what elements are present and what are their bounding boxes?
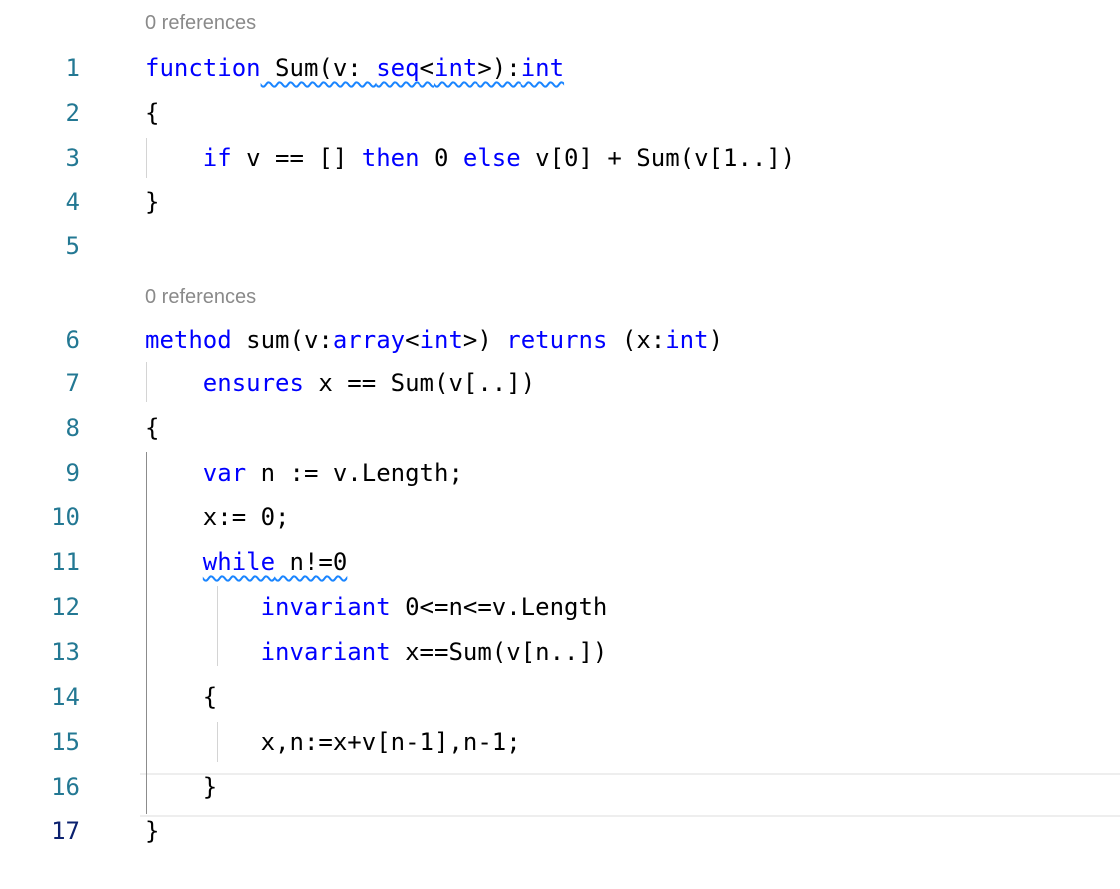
line-number: 15 (51, 728, 80, 756)
code-line-9[interactable]: var n := v.Length; (145, 453, 463, 493)
keyword: while (202, 548, 276, 576)
line-number: 4 (65, 188, 80, 216)
code-line-10[interactable]: x:= 0; (145, 497, 290, 537)
line-number: 8 (65, 414, 80, 442)
code-text: < (419, 54, 434, 82)
code-text: >): (477, 54, 521, 82)
keyword: invariant (260, 593, 391, 621)
code-text: v == [] (231, 144, 362, 172)
keyword: returns (506, 326, 608, 354)
code-line-13[interactable]: invariant x==Sum(v[n..]) (145, 632, 608, 672)
codelens-references[interactable]: 0 references (145, 282, 256, 312)
line-number: 2 (65, 99, 80, 127)
code-text: 0<=n<=v.Length (390, 593, 608, 621)
code-text: n := v.Length; (246, 459, 463, 487)
code-line-11[interactable]: while n!=0 (145, 542, 348, 582)
line-number: 12 (51, 593, 80, 621)
code-text: >) (462, 326, 507, 354)
code-text: x==Sum(v[n..]) (390, 638, 608, 666)
code-line-16[interactable]: } (145, 767, 217, 807)
keyword: if (202, 144, 232, 172)
keyword: array (332, 326, 406, 354)
line-number: 11 (51, 548, 80, 576)
line-number: 14 (51, 683, 80, 711)
keyword: int (665, 326, 709, 354)
keyword: int (419, 326, 463, 354)
keyword: else (462, 144, 521, 172)
line-number: 13 (51, 638, 80, 666)
line-number: 5 (65, 232, 80, 260)
line-number-current: 17 (51, 817, 80, 845)
keyword: method (145, 326, 232, 354)
code-line-1[interactable]: function Sum(v: seq<int>):int (145, 48, 564, 88)
code-text: sum(v: (231, 326, 333, 354)
current-line-highlight (140, 773, 1120, 817)
code-line-3[interactable]: if v == [] then 0 else v[0] + Sum(v[1..]… (145, 138, 795, 178)
warning-squiggle[interactable]: while n!=0 (203, 548, 348, 576)
code-text: Sum(v: (260, 54, 377, 82)
line-number: 3 (65, 144, 80, 172)
keyword: then (361, 144, 420, 172)
code-editor[interactable]: 0 references 0 references 1 2 3 4 5 6 7 … (0, 0, 1120, 889)
code-line-15[interactable]: x,n:=x+v[n-1],n-1; (145, 722, 521, 762)
code-text: < (405, 326, 420, 354)
warning-squiggle[interactable]: Sum(v: seq<int>):int (261, 54, 564, 82)
code-text: (x: (607, 326, 666, 354)
codelens-references[interactable]: 0 references (145, 8, 256, 38)
line-number: 6 (65, 326, 80, 354)
keyword: function (145, 54, 261, 82)
keyword: ensures (202, 369, 304, 397)
keyword: invariant (260, 638, 391, 666)
code-line-7[interactable]: ensures x == Sum(v[..]) (145, 363, 535, 403)
code-text: n!=0 (275, 548, 348, 576)
keyword: var (202, 459, 247, 487)
keyword: int (434, 54, 478, 82)
code-text: v[0] + Sum(v[1..]) (520, 144, 796, 172)
code-text: x == Sum(v[..]) (303, 369, 536, 397)
line-number: 16 (51, 773, 80, 801)
line-number: 7 (65, 369, 80, 397)
line-number: 9 (65, 459, 80, 487)
line-number: 1 (65, 54, 80, 82)
code-line-17[interactable]: } (145, 811, 159, 851)
code-text: 0 (419, 144, 463, 172)
code-line-2[interactable]: { (145, 93, 159, 133)
code-line-14[interactable]: { (145, 677, 217, 717)
keyword: seq (376, 54, 420, 82)
keyword: int (520, 54, 565, 82)
line-number: 10 (51, 503, 80, 531)
code-line-6[interactable]: method sum(v:array<int>) returns (x:int) (145, 320, 723, 360)
code-line-12[interactable]: invariant 0<=n<=v.Length (145, 587, 608, 627)
code-text: ) (708, 326, 724, 354)
code-line-4[interactable]: } (145, 182, 159, 222)
code-line-8[interactable]: { (145, 408, 159, 448)
